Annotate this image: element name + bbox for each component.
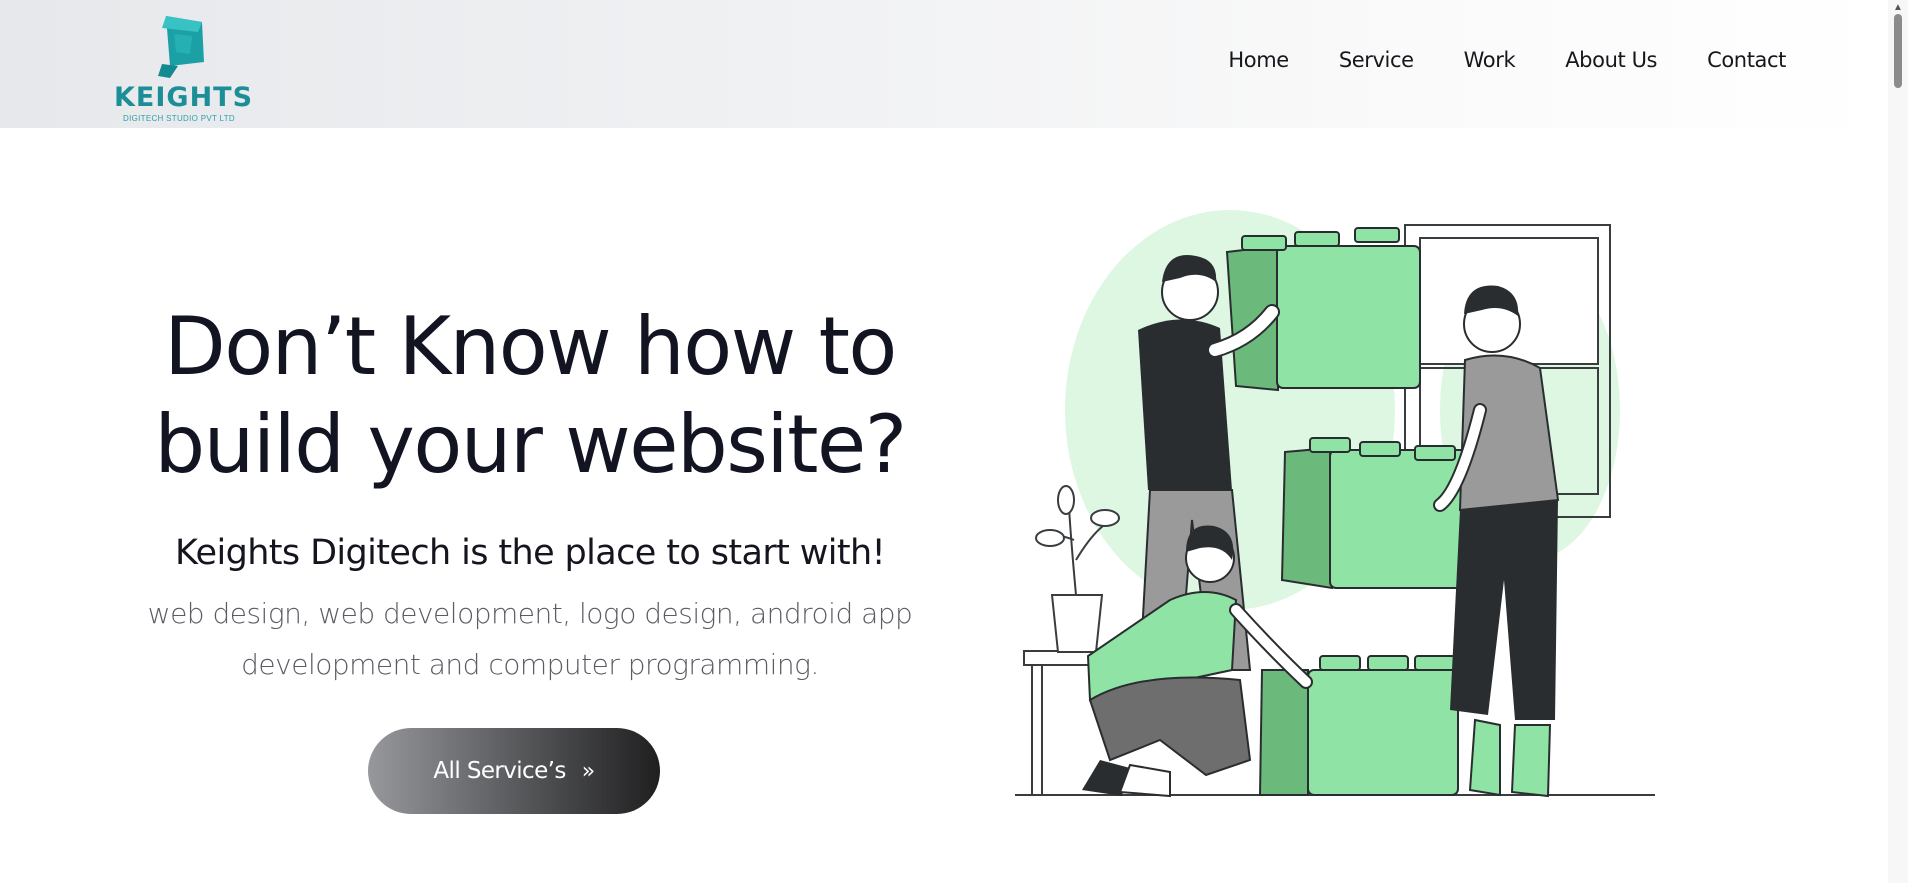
double-chevron-right-icon: » (581, 758, 595, 784)
brand-logo[interactable]: KEIGHTS DIGITECH STUDIO PVT LTD (112, 14, 254, 123)
nav-about-us[interactable]: About Us (1565, 48, 1657, 72)
main-nav: Home Service Work About Us Contact (1178, 48, 1786, 72)
hero-description: web design, web development, logo design… (130, 588, 930, 690)
brand-tagline: DIGITECH STUDIO PVT LTD (123, 114, 235, 123)
scroll-thumb[interactable] (1894, 14, 1902, 88)
teal-cube-icon (158, 16, 204, 78)
hero-description-line-1: web design, web development, logo design… (147, 597, 913, 630)
hero-subtitle: Keights Digitech is the place to start w… (174, 533, 886, 573)
page-scrollbar[interactable]: ▲ (1888, 0, 1908, 883)
hero-title-line-2: build your website? (154, 398, 907, 491)
hero-description-line-2: development and computer programming. (241, 648, 819, 681)
hero-title: Don’t Know how to build your website? (130, 298, 930, 494)
hero-title-line-1: Don’t Know how to (164, 300, 897, 393)
team-building-blocks-illustration (1015, 210, 1655, 798)
scroll-up-arrow-icon[interactable]: ▲ (1893, 2, 1903, 13)
brand-name: KEIGHTS (114, 82, 254, 113)
nav-home[interactable]: Home (1228, 48, 1289, 72)
nav-work[interactable]: Work (1464, 48, 1516, 72)
site-header: KEIGHTS DIGITECH STUDIO PVT LTD Home Ser… (0, 0, 1888, 128)
all-services-button[interactable]: All Service’s » (368, 728, 660, 814)
nav-contact[interactable]: Contact (1707, 48, 1786, 72)
all-services-label: All Service’s (433, 758, 566, 784)
nav-service[interactable]: Service (1339, 48, 1414, 72)
